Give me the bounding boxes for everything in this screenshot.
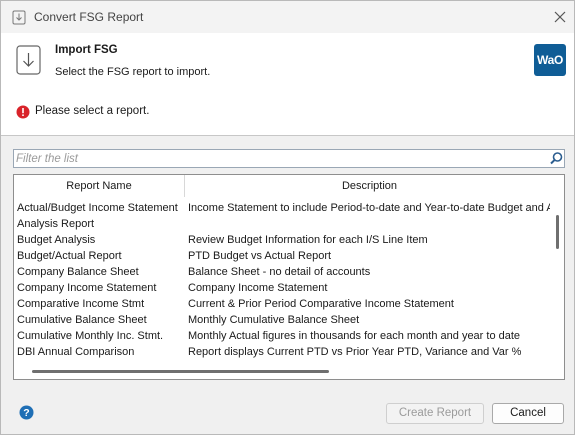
list-header: Report Name Description [14, 175, 554, 197]
report-name: Cumulative Monthly Inc. Stmt. [17, 330, 164, 342]
help-icon[interactable]: ? [19, 405, 34, 420]
list-item[interactable]: Analysis Report [14, 216, 554, 232]
title-bar: Convert FSG Report [1, 1, 574, 33]
column-header-report-name[interactable]: Report Name [14, 175, 184, 197]
report-name: DBI Annual Comparison [17, 346, 135, 358]
report-name: Comparative Income Stmt [17, 298, 145, 310]
report-name: Company Balance Sheet [17, 266, 139, 278]
list-item[interactable]: Budget Analysis Review Budget Information… [14, 232, 554, 248]
filter-input[interactable] [16, 150, 541, 167]
report-name: Actual/Budget Income Statement [17, 202, 178, 214]
wao-logo: WaO [534, 44, 566, 76]
report-name: Budget Analysis [17, 234, 96, 246]
horizontal-scrollbar[interactable] [32, 370, 329, 373]
validation-message: Please select a report. [35, 105, 150, 117]
create-report-button[interactable]: Create Report [386, 403, 484, 424]
list-item[interactable]: Company Balance Sheet Balance Sheet - no … [14, 264, 554, 280]
report-description: Company Income Statement [188, 282, 328, 294]
report-name: Analysis Report [17, 218, 95, 230]
list-item[interactable]: Comparative Income Stmt Current & Prior P… [14, 296, 554, 312]
list-item[interactable]: Cumulative Balance Sheet Monthly Cumulati… [14, 312, 554, 328]
vertical-scrollbar[interactable] [556, 215, 559, 249]
svg-text:?: ? [23, 407, 29, 419]
convert-fsg-dialog: Convert FSG Report Import FSG Select the… [0, 0, 575, 435]
report-description: Monthly Actual figures in thousands for … [188, 330, 521, 342]
report-description: Review Budget Information for each I/S L… [188, 234, 428, 246]
filter-box [13, 149, 565, 168]
report-description: PTD Budget vs Actual Report [188, 250, 332, 262]
list-item[interactable]: Cumulative Monthly Inc. Stmt. Monthly Act… [14, 328, 554, 344]
list-item[interactable]: Budget/Actual Report PTD Budget vs Actual… [14, 248, 554, 264]
report-description: Balance Sheet - no detail of accounts [188, 266, 371, 278]
report-name: Cumulative Balance Sheet [17, 314, 147, 326]
report-description: Report displays Current PTD vs Prior Yea… [188, 346, 522, 358]
import-document-icon [16, 45, 41, 75]
report-description: Current & Prior Period Comparative Incom… [188, 298, 454, 310]
list-item[interactable]: Actual/Budget Income Statement Income Sta… [14, 200, 554, 216]
list-item[interactable]: DBI Annual Comparison Report displays Cur… [14, 344, 554, 360]
report-name: Company Income Statement [17, 282, 157, 294]
cancel-button[interactable]: Cancel [492, 403, 564, 424]
import-file-icon [12, 10, 26, 25]
column-header-description[interactable]: Description [185, 175, 554, 197]
list-rows: Actual/Budget Income Statement Income Sta… [14, 200, 554, 360]
report-description: Income Statement to include Period-to-da… [188, 202, 550, 214]
dialog-instruction: Select the FSG report to import. [55, 66, 211, 78]
window-title: Convert FSG Report [34, 10, 144, 24]
report-list[interactable]: Report Name Description Actual/Budget In… [13, 174, 565, 380]
report-name: Budget/Actual Report [17, 250, 122, 262]
report-description: Monthly Cumulative Balance Sheet [188, 314, 360, 326]
error-icon [16, 105, 30, 119]
dialog-heading: Import FSG [55, 44, 118, 56]
search-icon[interactable] [549, 151, 564, 166]
list-item[interactable]: Company Income Statement Company Income S… [14, 280, 554, 296]
close-icon[interactable] [552, 9, 568, 25]
